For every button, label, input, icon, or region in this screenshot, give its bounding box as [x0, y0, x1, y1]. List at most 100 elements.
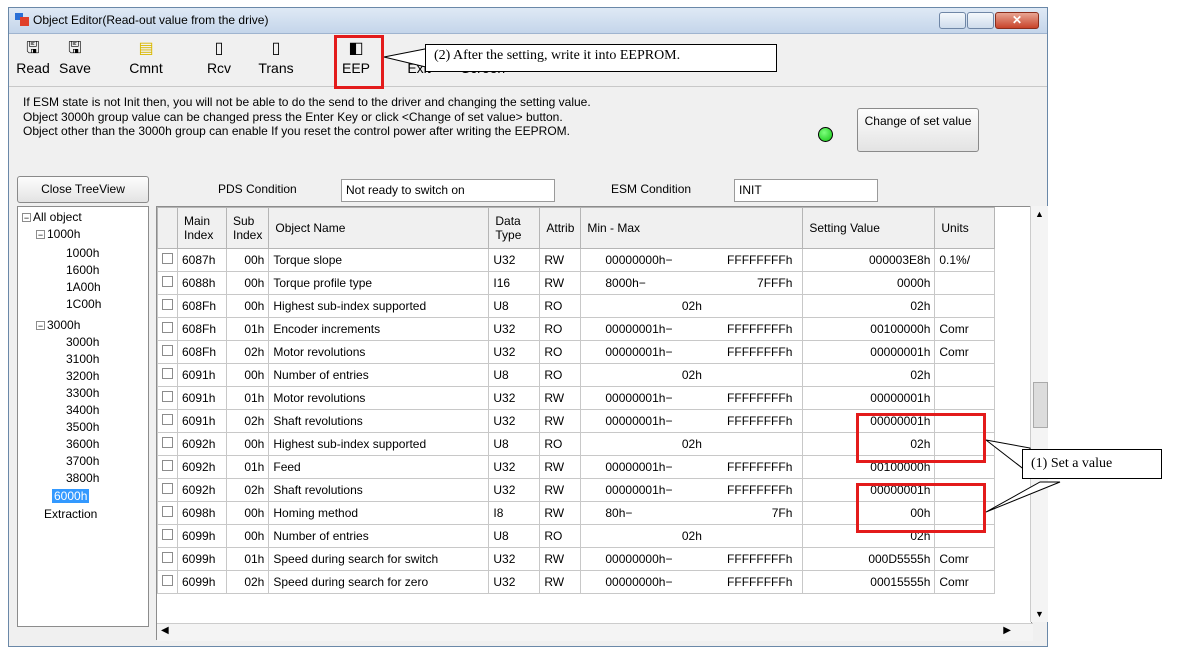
tree-item-3700h[interactable]: 3700h: [66, 454, 99, 468]
checkbox-icon[interactable]: [162, 437, 173, 448]
row-checkbox[interactable]: [157, 340, 178, 364]
table-row[interactable]: 608Fh 00h Highest sub-index supported U8 RO 0…: [157, 294, 996, 318]
row-checkbox[interactable]: [157, 547, 178, 571]
checkbox-icon[interactable]: [162, 322, 173, 333]
checkbox-icon[interactable]: [162, 345, 173, 356]
row-checkbox[interactable]: [157, 363, 178, 387]
checkbox-icon[interactable]: [162, 483, 173, 494]
col-main-index[interactable]: Main Index: [177, 207, 227, 249]
tree-node-all-object[interactable]: − All object: [22, 210, 82, 224]
checkbox-icon[interactable]: [162, 368, 173, 379]
cell-setting-value[interactable]: 000003E8h: [802, 248, 936, 272]
cell-setting-value[interactable]: 02h: [802, 363, 936, 387]
checkbox-icon[interactable]: [162, 299, 173, 310]
checkbox-icon[interactable]: [162, 506, 173, 517]
row-checkbox[interactable]: [157, 455, 178, 479]
table-row[interactable]: 608Fh 01h Encoder increments U32 RO 00000001h…: [157, 317, 996, 341]
transmit-icon: ▯: [271, 40, 281, 57]
table-row[interactable]: 6099h 02h Speed during search for zero U32 R…: [157, 570, 996, 594]
row-checkbox[interactable]: [157, 524, 178, 548]
close-button[interactable]: ✕: [995, 12, 1039, 29]
row-checkbox[interactable]: [157, 386, 178, 410]
tree-item-6000h[interactable]: 6000h: [52, 489, 90, 503]
table-row[interactable]: 6091h 00h Number of entries U8 RO 02h 02h: [157, 363, 996, 387]
save-button[interactable]: 🖫 Save: [55, 34, 95, 84]
row-checkbox[interactable]: [157, 570, 178, 594]
vertical-scrollbar[interactable]: ▲ ▼: [1030, 206, 1048, 622]
receive-button[interactable]: ▯ Rcv: [199, 34, 239, 84]
tree-node-3000h-group[interactable]: −3000h: [36, 318, 80, 332]
cell-setting-value[interactable]: 00100000h: [802, 317, 936, 341]
col-data-type[interactable]: Data Type: [488, 207, 541, 249]
scroll-left-icon[interactable]: ◀: [161, 625, 169, 636]
tree-item-3200h[interactable]: 3200h: [66, 369, 99, 383]
cell-min-max: 80h− 7Fh: [580, 501, 804, 525]
tree-item-1c00h[interactable]: 1C00h: [66, 297, 101, 311]
row-checkbox[interactable]: [157, 432, 178, 456]
row-checkbox[interactable]: [157, 317, 178, 341]
change-set-value-button[interactable]: Change of set value: [857, 108, 979, 152]
tree-item-1a00h[interactable]: 1A00h: [66, 280, 101, 294]
cell-setting-value[interactable]: 00000001h: [802, 340, 936, 364]
cell-data-type: U32: [488, 547, 541, 571]
table-row[interactable]: 6099h 01h Speed during search for switch U3…: [157, 547, 996, 571]
table-row[interactable]: 6091h 01h Motor revolutions U32 RW 00000001h−…: [157, 386, 996, 410]
row-checkbox[interactable]: [157, 271, 178, 295]
cell-object-name: Speed during search for switch: [268, 547, 490, 571]
value-highlight-box: [856, 483, 986, 533]
cell-setting-value[interactable]: 02h: [802, 294, 936, 318]
tree-item-3500h[interactable]: 3500h: [66, 420, 99, 434]
scroll-down-icon[interactable]: ▼: [1031, 606, 1048, 622]
col-object-name[interactable]: Object Name: [268, 207, 490, 249]
horizontal-scrollbar[interactable]: ◀ ▶: [157, 623, 1033, 641]
read-button[interactable]: 🖫 Read: [15, 34, 51, 84]
checkbox-icon[interactable]: [162, 552, 173, 563]
row-checkbox[interactable]: [157, 248, 178, 272]
value-highlight-box: [856, 413, 986, 463]
scroll-thumb[interactable]: [1033, 382, 1048, 428]
checkbox-icon[interactable]: [162, 276, 173, 287]
checkbox-icon[interactable]: [162, 253, 173, 264]
table-row[interactable]: 6087h 00h Torque slope U32 RW 00000000h− FFFFF…: [157, 248, 996, 272]
row-checkbox[interactable]: [157, 478, 178, 502]
cell-sub-index: 00h: [225, 271, 270, 295]
cell-attrib: RO: [539, 363, 582, 387]
row-checkbox[interactable]: [157, 409, 178, 433]
tree-item-3100h[interactable]: 3100h: [66, 352, 99, 366]
col-units[interactable]: Units: [934, 207, 996, 249]
col-attrib[interactable]: Attrib: [539, 207, 582, 249]
close-treeview-button[interactable]: Close TreeView: [17, 176, 149, 203]
trans-label: Trans: [258, 60, 294, 76]
table-row[interactable]: 6088h 00h Torque profile type I16 RW 8000h− 7F…: [157, 271, 996, 295]
tree-node-1000h-group[interactable]: −1000h: [36, 227, 80, 241]
cell-setting-value[interactable]: 0000h: [802, 271, 936, 295]
row-checkbox[interactable]: [157, 294, 178, 318]
table-row[interactable]: 608Fh 02h Motor revolutions U32 RO 00000001h−…: [157, 340, 996, 364]
col-setting-value[interactable]: Setting Value: [802, 207, 936, 249]
comment-button[interactable]: ▤ Cmnt: [126, 34, 166, 84]
tree-item-3300h[interactable]: 3300h: [66, 386, 99, 400]
col-sub-index[interactable]: Sub Index: [225, 207, 270, 249]
checkbox-icon[interactable]: [162, 575, 173, 586]
cell-setting-value[interactable]: 00000001h: [802, 386, 936, 410]
tree-item-3600h[interactable]: 3600h: [66, 437, 99, 451]
tree-item-3800h[interactable]: 3800h: [66, 471, 99, 485]
scroll-up-icon[interactable]: ▲: [1031, 206, 1048, 222]
col-min-max[interactable]: Min - Max: [580, 207, 804, 249]
checkbox-icon[interactable]: [162, 414, 173, 425]
checkbox-icon[interactable]: [162, 460, 173, 471]
maximize-button[interactable]: [967, 12, 994, 29]
minimize-button[interactable]: [939, 12, 966, 29]
tree-item-3400h[interactable]: 3400h: [66, 403, 99, 417]
checkbox-icon[interactable]: [162, 529, 173, 540]
cell-setting-value[interactable]: 000D5555h: [802, 547, 936, 571]
transmit-button[interactable]: ▯ Trans: [253, 34, 299, 84]
tree-item-3000h[interactable]: 3000h: [66, 335, 99, 349]
cell-setting-value[interactable]: 00015555h: [802, 570, 936, 594]
tree-item-extraction[interactable]: Extraction: [44, 507, 97, 521]
checkbox-icon[interactable]: [162, 391, 173, 402]
scroll-right-icon[interactable]: ▶: [1003, 625, 1011, 636]
row-checkbox[interactable]: [157, 501, 178, 525]
tree-item-1600h[interactable]: 1600h: [66, 263, 99, 277]
tree-item-1000h[interactable]: 1000h: [66, 246, 99, 260]
